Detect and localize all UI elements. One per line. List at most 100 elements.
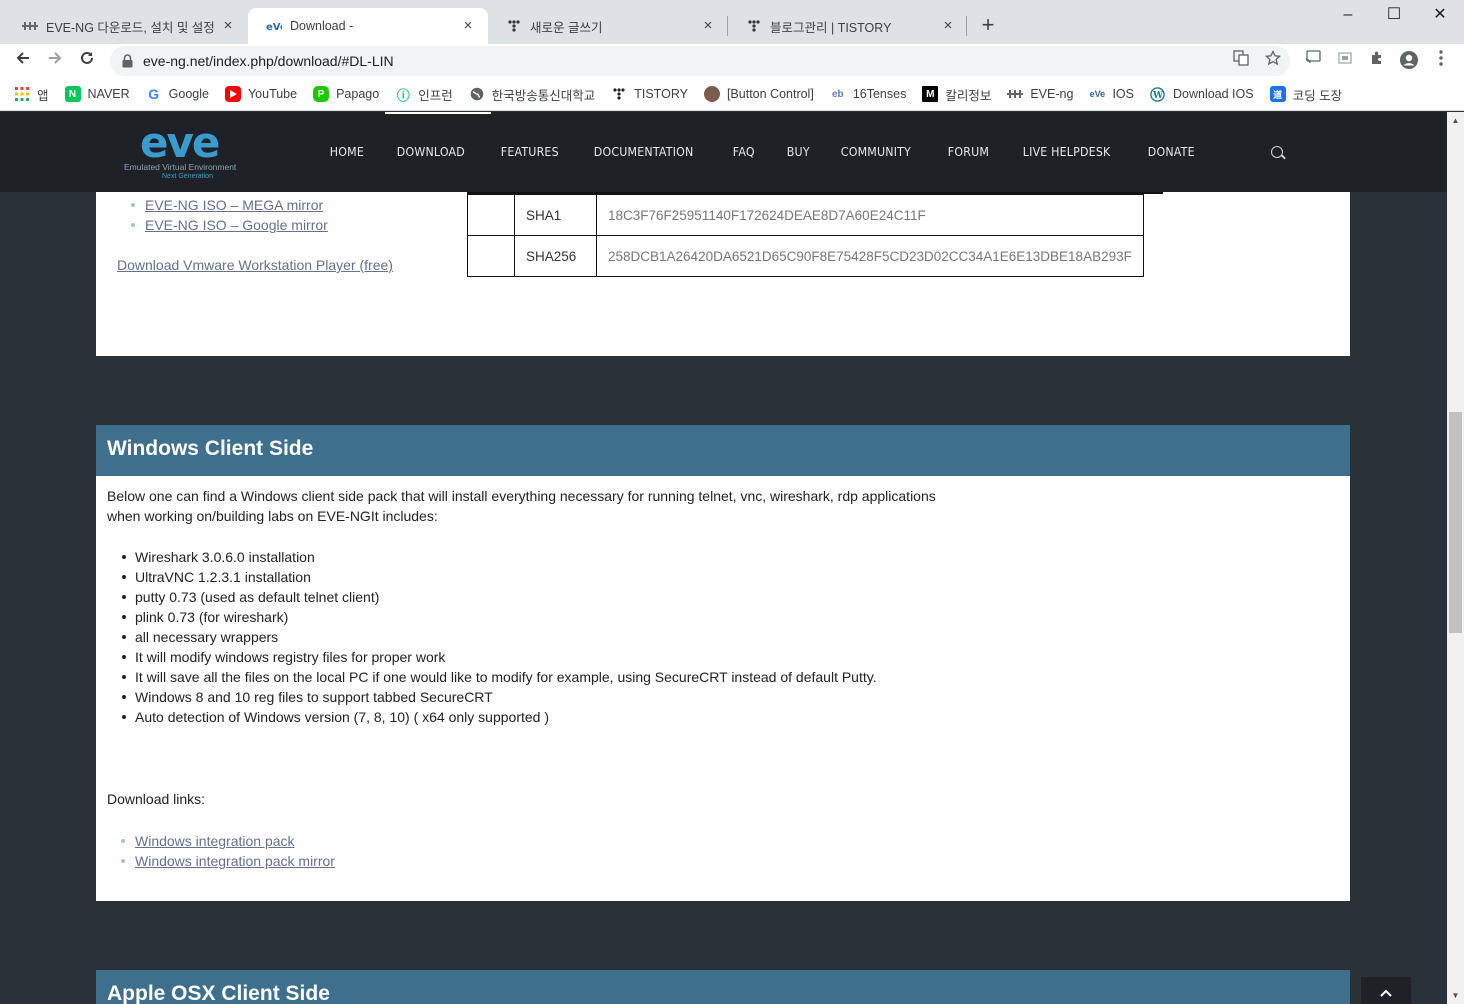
dojang-icon: 道 [1269,86,1286,102]
eb-icon: eb [831,88,844,100]
tab-title: EVE-NG 다운로드, 설치 및 설정 [46,20,215,35]
medium-icon: M [922,86,939,102]
profile-icon[interactable] [1399,50,1419,70]
forward-icon[interactable] [43,49,67,73]
intro-line-2: when working on/building labs on EVE-NGI… [107,508,438,524]
back-icon[interactable] [11,49,35,73]
hash-value: 258DCB1A26420DA6521D65C90F8E75428F5CD23D… [596,235,1144,277]
browser-tab-new-post[interactable]: 새로운 글쓰기 × [488,8,728,44]
hash-algo: SHA256 [514,235,597,277]
maximize-button[interactable]: ☐ [1371,0,1417,30]
windows-section-header: Windows Client Side [96,425,1350,476]
bookmark-ios[interactable]: eVe IOS [1089,86,1134,102]
close-tab-icon[interactable]: × [460,18,476,34]
table-cell [467,194,515,236]
scroll-up-arrow-icon[interactable]: ▲ [1447,112,1464,129]
lock-icon [122,54,134,68]
bookmark-label: [Button Control] [726,87,814,101]
tab-separator [966,16,967,36]
browser-tab-blog-admin[interactable]: 블로그관리 | TISTORY × [728,8,968,44]
minimize-button[interactable]: – [1325,0,1371,30]
close-window-button[interactable]: ✕ [1417,0,1463,30]
bookmark-coding-dojang[interactable]: 道 코딩 도장 [1269,85,1342,104]
bookmark-16tenses[interactable]: eb 16Tenses [830,86,906,102]
media-icon[interactable] [1335,50,1355,70]
windows-download-list: Windows integration pack Windows integra… [115,831,335,871]
bookmark-google[interactable]: G Google [146,86,209,102]
nav-donate[interactable]: DONATE [1134,145,1209,159]
tistory-favicon-icon [506,18,522,34]
list-item: Windows integration pack mirror [115,851,335,871]
bookmark-apps[interactable]: 앱 [14,85,49,104]
cast-icon[interactable] [1303,50,1323,70]
eve-icon [1007,86,1024,102]
iso-google-mirror-link[interactable]: EVE-NG ISO – Google mirror [145,217,328,233]
hash-value: 18C3F76F25951140F172624DEAE8D7A60E24C11F [596,194,1144,236]
bookmark-knou[interactable]: 한국방송통신대학교 [469,85,596,104]
nav-buy[interactable]: BUY [773,145,824,159]
table-cell [467,235,515,277]
menu-kebab-icon[interactable] [1431,50,1451,70]
close-tab-icon[interactable]: × [940,18,956,34]
wordpress-icon: W [1150,86,1166,102]
search-icon[interactable] [1271,146,1283,158]
windows-integration-pack-mirror-link[interactable]: Windows integration pack mirror [135,853,335,869]
list-item: plink 0.73 (for wireshark) [122,607,877,627]
tab-title: Download - [290,19,354,33]
bookmark-papago[interactable]: P Papago [313,86,379,102]
section-title: Apple OSX Client Side [107,982,330,1004]
bookmarks-bar: 앱 N NAVER G Google YouTube P Papago ⓘ 인프… [0,78,1464,111]
scroll-down-arrow-icon[interactable]: ▼ [1447,987,1464,1004]
tab-title: 새로운 글쓰기 [530,20,603,35]
list-item: all necessary wrappers [122,627,877,647]
bookmark-inflearn[interactable]: ⓘ 인프런 [395,85,453,104]
bookmark-download-ios[interactable]: W Download IOS [1150,86,1254,102]
apps-grid-icon [14,86,30,102]
nav-documentation[interactable]: DOCUMENTATION [580,145,707,159]
browser-toolbar: eve-ng.net/index.php/download/#DL-LIN [0,44,1464,78]
nav-download[interactable]: DOWNLOAD [383,145,479,159]
nav-faq[interactable]: FAQ [719,145,769,159]
reload-icon[interactable] [75,49,99,73]
list-item: UltraVNC 1.2.3.1 installation [122,567,877,587]
scrollbar-thumb[interactable] [1449,412,1462,633]
bookmark-button-control[interactable]: [Button Control] [703,86,814,102]
table-row: SHA1 18C3F76F25951140F172624DEAE8D7A60E2… [467,194,1144,236]
feature-list: Wireshark 3.0.6.0 installation UltraVNC … [122,547,877,727]
bookmark-naver[interactable]: N NAVER [64,86,130,102]
nav-forum[interactable]: FORUM [934,145,1003,159]
bookmark-kali[interactable]: M 칼리정보 [922,85,991,104]
naver-icon: N [64,86,81,102]
iso-mega-mirror-link[interactable]: EVE-NG ISO – MEGA mirror [145,197,323,213]
browser-tab-download[interactable]: eVe Download - × [248,8,488,44]
vmware-player-link[interactable]: Download Vmware Workstation Player (free… [117,257,393,273]
extensions-icon[interactable] [1367,50,1387,70]
bookmark-youtube[interactable]: YouTube [224,86,298,102]
translate-icon[interactable] [1231,50,1251,70]
bookmark-label: Papago [336,87,380,101]
list-item: Wireshark 3.0.6.0 installation [122,547,877,567]
eve-favicon-icon [22,18,38,34]
eve-ng-logo[interactable]: eve Emulated Virtual Environment Next Ge… [124,122,260,182]
nav-live-helpdesk[interactable]: LIVE HELPDESK [1009,145,1124,159]
bookmark-star-icon[interactable] [1263,49,1283,70]
bookmark-eve-ng[interactable]: EVE-ng [1007,86,1073,102]
bookmark-label: YouTube [247,87,298,101]
globe-icon [469,86,485,102]
page-scrollbar[interactable]: ▲ ▼ [1447,112,1464,1004]
address-bar[interactable]: eve-ng.net/index.php/download/#DL-LIN [110,46,1290,76]
list-item: EVE-NG ISO – Google mirror [125,215,328,235]
new-tab-button[interactable]: + [976,12,1000,40]
browser-tab-eve-download-guide[interactable]: EVE-NG 다운로드, 설치 및 설정 × [4,8,248,44]
tistory-favicon-icon [746,18,762,34]
bookmark-tistory[interactable]: TISTORY [611,86,688,102]
scroll-to-top-button[interactable] [1361,977,1411,1004]
close-tab-icon[interactable]: × [700,18,716,34]
nav-community[interactable]: COMMUNITY [827,145,925,159]
close-tab-icon[interactable]: × [220,18,236,34]
bookmark-label: 한국방송통신대학교 [491,88,596,103]
windows-integration-pack-link[interactable]: Windows integration pack [135,833,295,849]
nav-home[interactable]: HOME [316,145,378,159]
table-row: SHA256 258DCB1A26420DA6521D65C90F8E75428… [467,235,1144,277]
nav-features[interactable]: FEATURES [487,145,573,159]
